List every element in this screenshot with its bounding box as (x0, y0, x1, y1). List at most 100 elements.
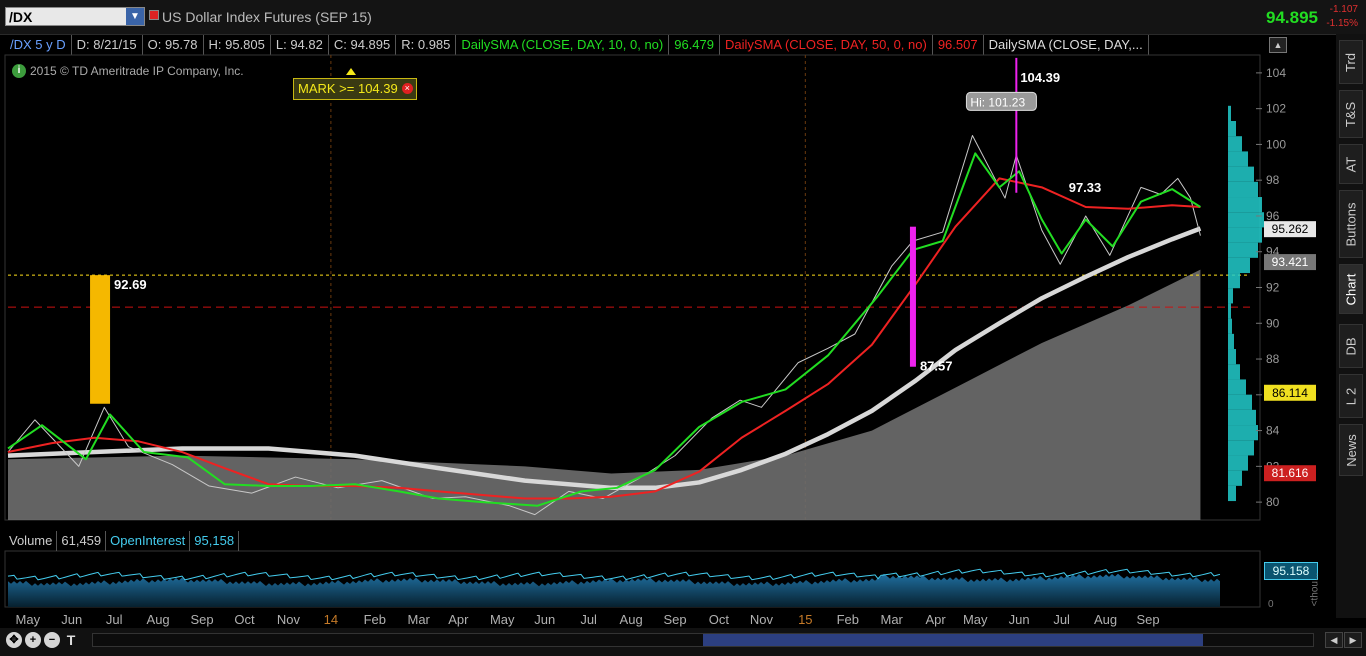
price-tag-label: 86.114 (1272, 386, 1308, 400)
profile-bar (1228, 181, 1258, 198)
x-tick-label: 15 (798, 612, 812, 627)
profile-bar (1228, 318, 1232, 334)
volume-unit-label: <thou... (1309, 566, 1332, 616)
profile-bar (1228, 455, 1248, 471)
tab-ts-label: T&S (1343, 101, 1359, 127)
zoom-in-icon[interactable]: + (25, 632, 41, 648)
x-tick-label: Sep (1136, 612, 1159, 627)
alert-pointer-icon (346, 68, 356, 75)
copyright-text: 2015 © TD Ameritrade IP Company, Inc. (30, 64, 244, 78)
x-tick-label: Jun (534, 612, 555, 627)
tab-at[interactable]: AT (1339, 144, 1363, 184)
x-tick-label: Nov (277, 612, 301, 627)
scroll-right-icon[interactable]: ▶ (1344, 632, 1362, 648)
y-tick-label: 90 (1266, 316, 1280, 330)
x-tick-label: Oct (234, 612, 255, 627)
profile-bar (1228, 425, 1258, 441)
profile-bar (1228, 257, 1250, 274)
info-icon[interactable]: i (12, 64, 26, 78)
x-tick-label: May (490, 612, 515, 627)
tab-trd-label: Trd (1343, 52, 1359, 72)
x-tick-label: May (963, 612, 988, 627)
price-tag-label: 93.421 (1272, 255, 1309, 269)
tab-news-label: News (1343, 433, 1359, 467)
x-tick-label: Apr (448, 612, 469, 627)
tab-chart[interactable]: Chart (1339, 264, 1363, 314)
y-tick-label: 88 (1266, 352, 1280, 366)
profile-bar (1228, 409, 1256, 426)
volume-zero-tick: 0 (1268, 599, 1274, 610)
x-tick-label: Jul (106, 612, 123, 627)
y-tick-label: 96 (1266, 209, 1280, 223)
time-scrollbar[interactable] (92, 633, 1314, 647)
x-tick-label: May (16, 612, 41, 627)
x-tick-label: Jun (61, 612, 82, 627)
x-tick-label: Sep (663, 612, 686, 627)
profile-bar (1228, 485, 1236, 502)
tab-level2[interactable]: L 2 (1339, 374, 1363, 418)
x-tick-label: Aug (147, 612, 170, 627)
profile-bar (1228, 470, 1242, 486)
zoom-out-icon[interactable]: − (44, 632, 60, 648)
volume-panel-header: Volume 61,459 OpenInterest 95,158 (5, 531, 240, 551)
profile-bar (1228, 288, 1233, 304)
y-tick-label: 98 (1266, 173, 1280, 187)
x-tick-label: Mar (881, 612, 904, 627)
annotation-label: 87.57 (920, 359, 953, 374)
profile-bar (1228, 197, 1262, 213)
chart-bottom-toolbar: ✥ + − T ◀ ▶ (0, 628, 1366, 656)
range-marker-bar (909, 226, 916, 367)
volume-label[interactable]: Volume (5, 531, 58, 551)
open-interest-label[interactable]: OpenInterest (106, 531, 191, 551)
x-tick-label: Jul (1053, 612, 1070, 627)
tab-at-label: AT (1343, 156, 1359, 172)
annotation-label: 92.69 (114, 277, 147, 292)
x-tick-label: Aug (620, 612, 643, 627)
tab-buttons-label: Buttons (1343, 201, 1359, 247)
tab-l2-label: L 2 (1343, 387, 1359, 405)
profile-bar (1228, 273, 1240, 289)
y-tick-label: 104 (1266, 66, 1286, 80)
x-tick-label: Jul (580, 612, 597, 627)
pan-icon[interactable]: ✥ (6, 632, 22, 648)
open-interest-value: 95,158 (190, 531, 240, 551)
scrollbar-thumb[interactable] (703, 634, 1203, 646)
x-tick-label: Apr (925, 612, 946, 627)
drawing-tools-icon[interactable]: T (63, 632, 79, 648)
alert-close-icon[interactable]: × (401, 83, 413, 94)
tab-buttons[interactable]: Buttons (1339, 190, 1363, 258)
scroll-left-icon[interactable]: ◀ (1325, 632, 1343, 648)
profile-bar (1228, 166, 1254, 182)
annotation-label: 97.33 (1069, 180, 1102, 195)
x-tick-label: Aug (1094, 612, 1117, 627)
price-alert[interactable]: MARK >= 104.39 × (293, 78, 417, 100)
price-alert-label: MARK >= 104.39 (298, 81, 398, 96)
profile-bar (1228, 121, 1236, 137)
x-tick-label: Nov (750, 612, 774, 627)
profile-bar (1228, 105, 1231, 122)
profile-bar (1228, 151, 1248, 167)
tab-chart-label: Chart (1343, 273, 1359, 305)
x-tick-label: Feb (837, 612, 859, 627)
tab-db[interactable]: DB (1339, 324, 1363, 368)
x-tick-label: Jun (1009, 612, 1030, 627)
annotation-label: 104.39 (1020, 70, 1060, 85)
profile-bar (1228, 394, 1252, 410)
y-tick-label: 100 (1266, 137, 1286, 151)
tab-db-label: DB (1343, 336, 1359, 356)
profile-bar (1228, 227, 1262, 243)
profile-bar (1228, 379, 1246, 395)
tab-time-and-sales[interactable]: T&S (1339, 90, 1363, 138)
range-marker-bar (90, 275, 111, 404)
x-tick-label: Oct (709, 612, 730, 627)
volume-unit-text: <thou... (1309, 572, 1321, 607)
tab-news[interactable]: News (1339, 424, 1363, 476)
x-tick-label: Feb (364, 612, 386, 627)
y-tick-label: 102 (1266, 102, 1286, 116)
y-tick-label: 92 (1266, 281, 1280, 295)
high-callout-label: Hi: 101.23 (970, 95, 1025, 109)
price-tag-label: 95.262 (1272, 222, 1309, 236)
tab-trd[interactable]: Trd (1339, 40, 1363, 84)
profile-bar (1228, 333, 1234, 350)
y-tick-label: 80 (1266, 495, 1280, 509)
